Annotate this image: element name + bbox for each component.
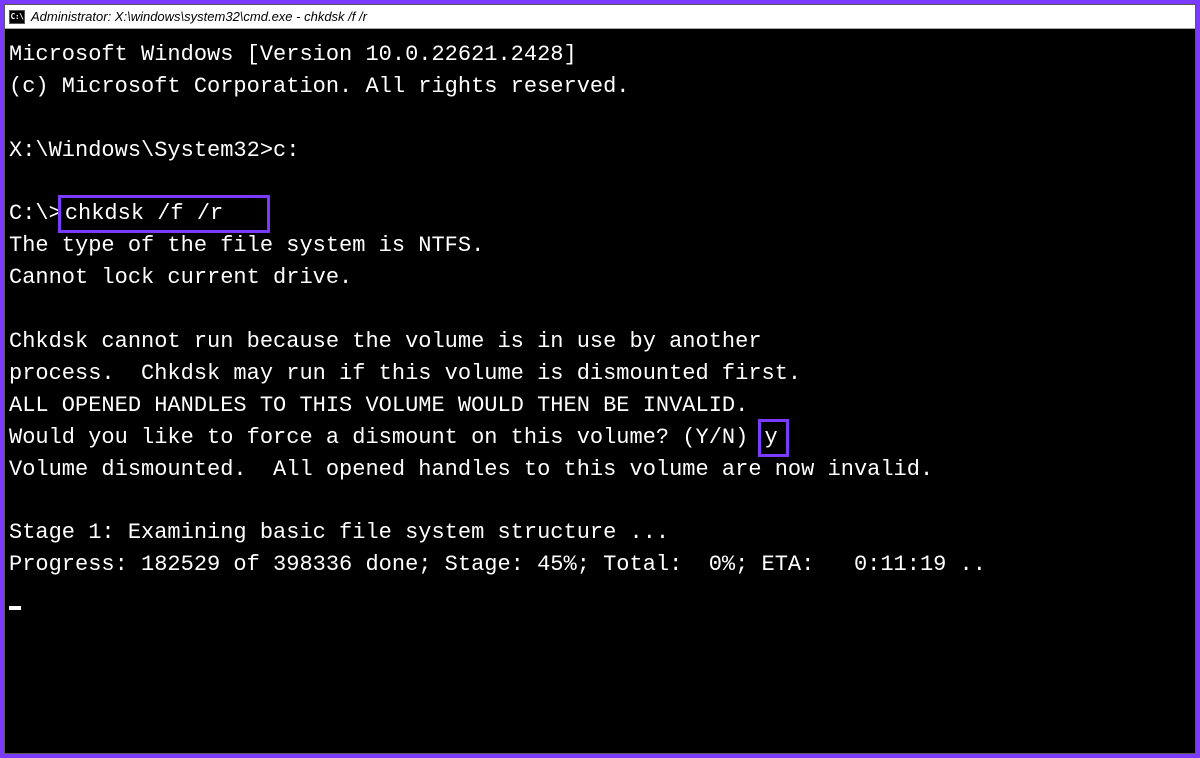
inuse-line-3: ALL OPENED HANDLES TO THIS VOLUME WOULD … (9, 390, 1191, 422)
windows-version-line: Microsoft Windows [Version 10.0.22621.24… (9, 39, 1191, 71)
cursor (9, 606, 21, 610)
cmd-icon: C:\ (9, 10, 25, 24)
cmd-2: chkdsk /f /r (65, 201, 223, 226)
window-title: Administrator: X:\windows\system32\cmd.e… (31, 9, 367, 24)
answer-y: y (765, 425, 778, 450)
force-dismount-prompt: Would you like to force a dismount on th… (9, 425, 762, 450)
title-bar[interactable]: C:\ Administrator: X:\windows\system32\c… (5, 5, 1195, 29)
cmd-1: c: (273, 138, 299, 163)
prompt-1: X:\Windows\System32> (9, 138, 273, 163)
highlighted-answer: y (758, 419, 789, 457)
lock-err-line: Cannot lock current drive. (9, 262, 1191, 294)
prompt-2: C:\> (9, 201, 62, 226)
progress-line: Progress: 182529 of 398336 done; Stage: … (9, 549, 1191, 581)
cmd-window: C:\ Administrator: X:\windows\system32\c… (4, 4, 1196, 754)
fs-type-line: The type of the file system is NTFS. (9, 230, 1191, 262)
terminal-output[interactable]: Microsoft Windows [Version 10.0.22621.24… (5, 29, 1195, 753)
inuse-line-1: Chkdsk cannot run because the volume is … (9, 326, 1191, 358)
highlighted-command: chkdsk /f /r (58, 195, 270, 233)
stage1-line: Stage 1: Examining basic file system str… (9, 517, 1191, 549)
dismounted-line: Volume dismounted. All opened handles to… (9, 454, 1191, 486)
inuse-line-2: process. Chkdsk may run if this volume i… (9, 358, 1191, 390)
copyright-line: (c) Microsoft Corporation. All rights re… (9, 71, 1191, 103)
